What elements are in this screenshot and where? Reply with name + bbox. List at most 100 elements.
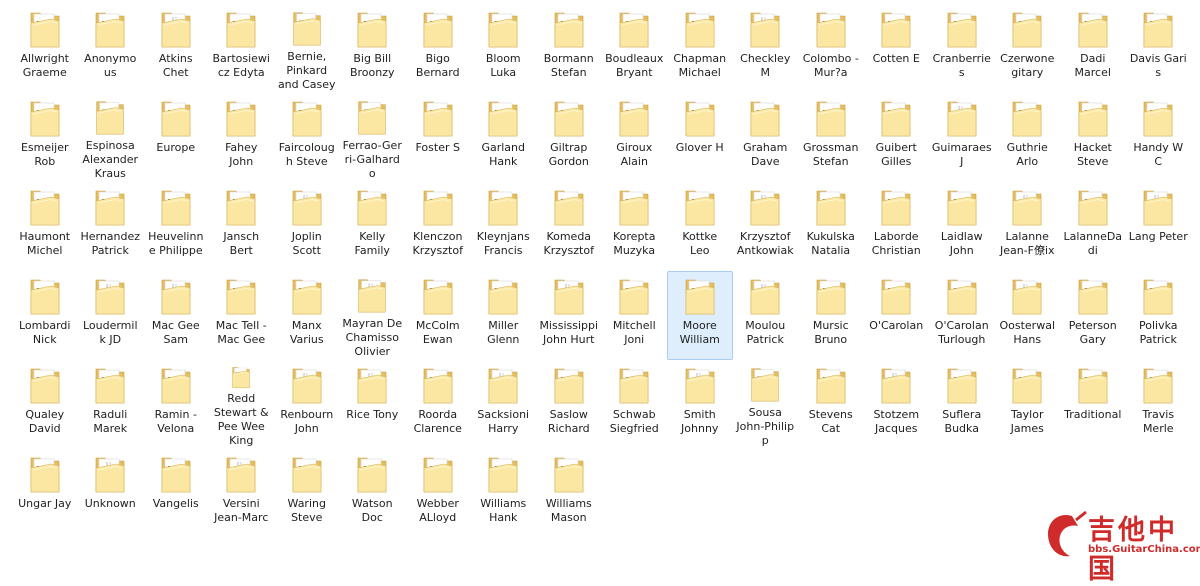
folder-item[interactable]: Fahey John	[209, 93, 275, 182]
folder-item[interactable]: Laborde Christian	[864, 182, 930, 271]
folder-item[interactable]: Suflera Budka	[929, 360, 995, 449]
folder-item[interactable]: Kottke Leo	[667, 182, 733, 271]
folder-item[interactable]: Hernandez Patrick	[78, 182, 144, 271]
folder-item[interactable]: Mac Gee Sam	[143, 271, 209, 360]
folder-item[interactable]: Haumont Michel	[12, 182, 78, 271]
folder-item[interactable]: McColm Ewan	[405, 271, 471, 360]
folder-item[interactable]: Colombo - Mur?a	[798, 4, 864, 93]
folder-item[interactable]: Dadi Marcel	[1060, 4, 1126, 93]
folder-item[interactable]: Renbourn John	[274, 360, 340, 449]
folder-item[interactable]: Moore William	[667, 271, 733, 360]
folder-item[interactable]: Lalanne Jean-F僚ix	[995, 182, 1061, 271]
folder-item[interactable]: Saslow Richard	[536, 360, 602, 449]
folder-item[interactable]: Foster S	[405, 93, 471, 182]
folder-item[interactable]: Komeda Krzysztof	[536, 182, 602, 271]
folder-item[interactable]: Jansch Bert	[209, 182, 275, 271]
folder-item[interactable]: Garland Hank	[471, 93, 537, 182]
folder-item[interactable]: Korepta Muzyka	[602, 182, 668, 271]
folder-item[interactable]: Redd Stewart & Pee Wee King	[209, 360, 275, 449]
folder-item[interactable]: Europe	[143, 93, 209, 182]
folder-item[interactable]: O'Carolan Turlough	[929, 271, 995, 360]
folder-item[interactable]: Anonymo us	[78, 4, 144, 93]
folder-item[interactable]: Guthrie Arlo	[995, 93, 1061, 182]
folder-item[interactable]: Versini Jean-Marc	[209, 449, 275, 538]
folder-item[interactable]: Traditional	[1060, 360, 1126, 449]
folder-item[interactable]: Laidlaw John	[929, 182, 995, 271]
folder-item[interactable]: Raduli Marek	[78, 360, 144, 449]
folder-item[interactable]: Lombardi Nick	[12, 271, 78, 360]
folder-item[interactable]: Williams Hank	[471, 449, 537, 538]
folder-item[interactable]: Heuvelinn e Philippe	[143, 182, 209, 271]
folder-item[interactable]: Guibert Gilles	[864, 93, 930, 182]
folder-item[interactable]: Taylor James	[995, 360, 1061, 449]
folder-item[interactable]: Ungar Jay	[12, 449, 78, 538]
folder-item[interactable]: Klenczon Krzysztof	[405, 182, 471, 271]
folder-item[interactable]: Handy W C	[1126, 93, 1192, 182]
folder-item[interactable]: Williams Mason	[536, 449, 602, 538]
folder-item[interactable]: Ferrao-Ger ri-Galhard o	[340, 93, 406, 182]
folder-item[interactable]: Roorda Clarence	[405, 360, 471, 449]
folder-item[interactable]: Hacket Steve	[1060, 93, 1126, 182]
folder-item[interactable]: Smith Johnny	[667, 360, 733, 449]
folder-item[interactable]: Lang Peter	[1126, 182, 1192, 271]
folder-item[interactable]: Kelly Family	[340, 182, 406, 271]
folder-item[interactable]: Manx Varius	[274, 271, 340, 360]
folder-item[interactable]: Unknown	[78, 449, 144, 538]
folder-item[interactable]: Atkins Chet	[143, 4, 209, 93]
folder-item[interactable]: Bloom Luka	[471, 4, 537, 93]
folder-item[interactable]: Cranberrie s	[929, 4, 995, 93]
folder-item[interactable]: Kleynjans Francis	[471, 182, 537, 271]
folder-item[interactable]: Bartosiewi cz Edyta	[209, 4, 275, 93]
folder-item[interactable]: Polivka Patrick	[1126, 271, 1192, 360]
folder-item[interactable]: Mayran De Chamisso Olivier	[340, 271, 406, 360]
folder-item[interactable]: Moulou Patrick	[733, 271, 799, 360]
folder-item[interactable]: Kukulska Natalia	[798, 182, 864, 271]
folder-item[interactable]: Joplin Scott	[274, 182, 340, 271]
folder-item[interactable]: Checkley M	[733, 4, 799, 93]
folder-item[interactable]: Faircoloug h Steve	[274, 93, 340, 182]
folder-item[interactable]: Chapman Michael	[667, 4, 733, 93]
folder-item[interactable]: Krzysztof Antkowiak	[733, 182, 799, 271]
folder-item[interactable]: Giroux Alain	[602, 93, 668, 182]
folder-item[interactable]: O'Carolan	[864, 271, 930, 360]
folder-item[interactable]: Vangelis	[143, 449, 209, 538]
folder-item[interactable]: Cotten E	[864, 4, 930, 93]
folder-item[interactable]: Graham Dave	[733, 93, 799, 182]
folder-item[interactable]: Mac Tell - Mac Gee	[209, 271, 275, 360]
folder-item[interactable]: Espinosa Alexander Kraus	[78, 93, 144, 182]
folder-item[interactable]: Guimaraes J	[929, 93, 995, 182]
folder-item[interactable]: Watson Doc	[340, 449, 406, 538]
folder-item[interactable]: Schwab Siegfried	[602, 360, 668, 449]
folder-item[interactable]: Travis Merle	[1126, 360, 1192, 449]
folder-item[interactable]: Webber ALloyd	[405, 449, 471, 538]
folder-item[interactable]: Glover H	[667, 93, 733, 182]
folder-item[interactable]: Bernie, Pinkard and Casey	[274, 4, 340, 93]
folder-item[interactable]: Stotzem Jacques	[864, 360, 930, 449]
folder-item[interactable]: Allwright Graeme	[12, 4, 78, 93]
folder-item[interactable]: Bormann Stefan	[536, 4, 602, 93]
folder-item[interactable]: Czerwone gitary	[995, 4, 1061, 93]
folder-item[interactable]: Giltrap Gordon	[536, 93, 602, 182]
folder-item[interactable]: Miller Glenn	[471, 271, 537, 360]
folder-item[interactable]: Oosterwal Hans	[995, 271, 1061, 360]
folder-label: Hacket Steve	[1073, 141, 1112, 168]
folder-item[interactable]: Big Bill Broonzy	[340, 4, 406, 93]
folder-item[interactable]: Qualey David	[12, 360, 78, 449]
folder-item[interactable]: Ramin - Velona	[143, 360, 209, 449]
folder-item[interactable]: Boudleaux Bryant	[602, 4, 668, 93]
folder-item[interactable]: Mursic Bruno	[798, 271, 864, 360]
folder-item[interactable]: Mitchell Joni	[602, 271, 668, 360]
folder-item[interactable]: Sousa John-Philip p	[733, 360, 799, 449]
folder-item[interactable]: Loudermil k JD	[78, 271, 144, 360]
folder-item[interactable]: Waring Steve	[274, 449, 340, 538]
folder-item[interactable]: Rice Tony	[340, 360, 406, 449]
folder-item[interactable]: Peterson Gary	[1060, 271, 1126, 360]
folder-item[interactable]: LalanneDa di	[1060, 182, 1126, 271]
folder-item[interactable]: Mississippi John Hurt	[536, 271, 602, 360]
folder-item[interactable]: Grossman Stefan	[798, 93, 864, 182]
folder-item[interactable]: Bigo Bernard	[405, 4, 471, 93]
folder-item[interactable]: Sacksioni Harry	[471, 360, 537, 449]
folder-item[interactable]: Davis Garis	[1126, 4, 1192, 93]
folder-item[interactable]: Stevens Cat	[798, 360, 864, 449]
folder-item[interactable]: Esmeijer Rob	[12, 93, 78, 182]
